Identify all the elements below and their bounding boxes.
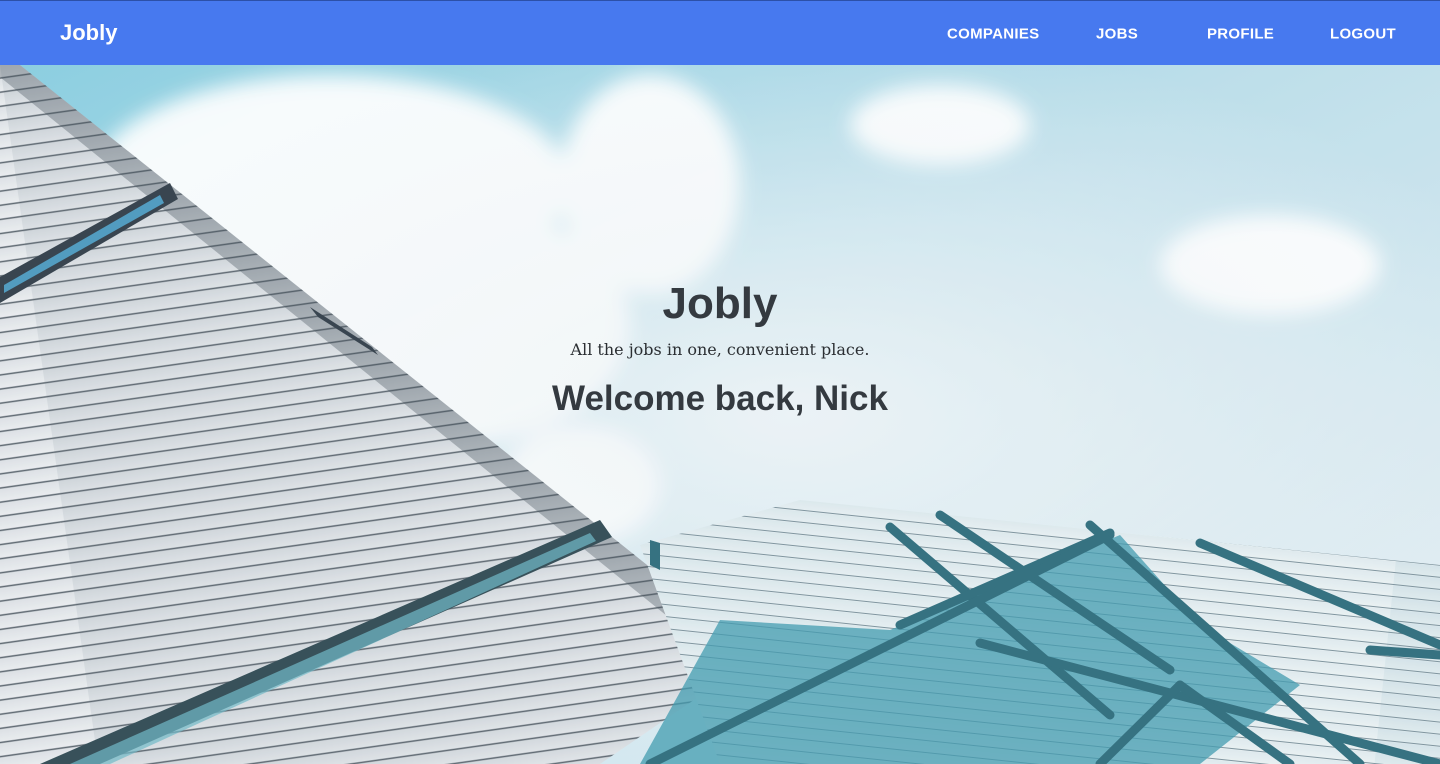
nav-logout-link[interactable]: LOGOUT	[1330, 25, 1396, 42]
navbar: Jobly COMPANIES JOBS PROFILE LOGOUT	[0, 0, 1440, 65]
nav-profile-link[interactable]: PROFILE	[1207, 25, 1274, 42]
nav-jobs-link[interactable]: JOBS	[1096, 25, 1138, 42]
hero-title: Jobly	[662, 279, 778, 328]
welcome-message: Welcome back, Nick	[552, 379, 888, 418]
hero-section: Jobly All the jobs in one, convenient pl…	[0, 65, 1440, 764]
nav-companies-link[interactable]: COMPANIES	[947, 25, 1039, 42]
hero-tagline: All the jobs in one, convenient place.	[570, 340, 870, 359]
brand-link[interactable]: Jobly	[60, 20, 117, 46]
hero-text: Jobly All the jobs in one, convenient pl…	[0, 65, 1440, 764]
